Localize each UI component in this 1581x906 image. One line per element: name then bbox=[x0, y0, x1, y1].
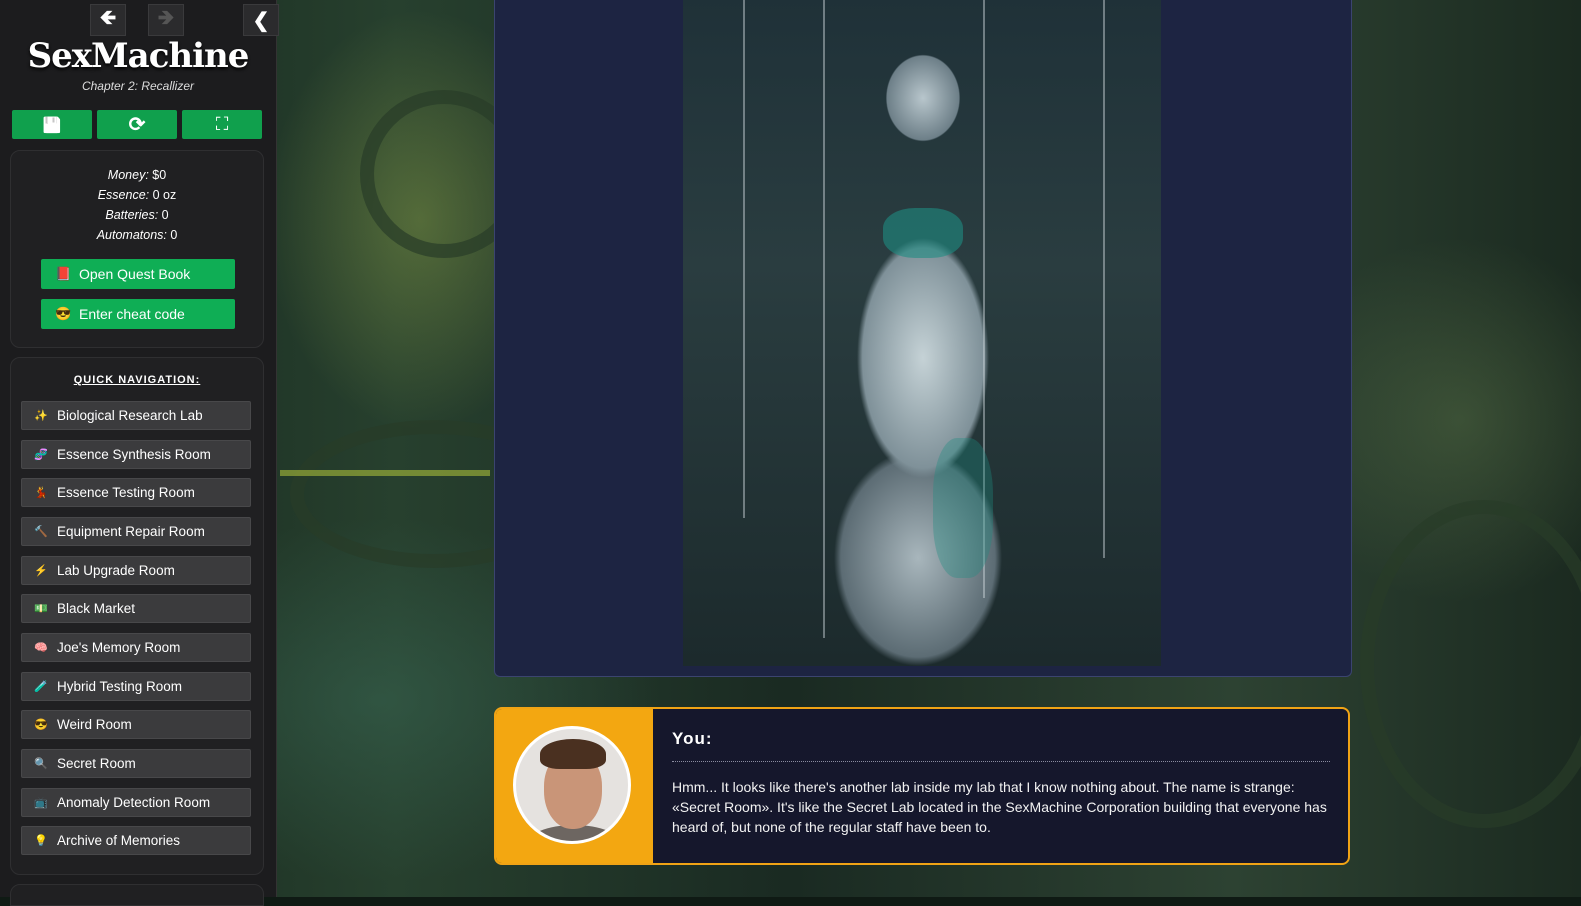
money-stat: Money: $0 bbox=[11, 168, 263, 182]
lightbulb-icon: 💡 bbox=[34, 835, 48, 847]
nav-item-black-market[interactable]: 💵 Black Market bbox=[21, 594, 251, 623]
nav-item-label: Archive of Memories bbox=[57, 833, 181, 848]
background-rail bbox=[280, 470, 490, 476]
hammer-icon: 🔨 bbox=[34, 526, 48, 538]
cable-line bbox=[743, 0, 745, 518]
essence-value: 0 oz bbox=[152, 188, 177, 202]
floppy-disk-icon: 💾 bbox=[42, 116, 62, 134]
nav-item-hybrid-testing-room[interactable]: 🧪 Hybrid Testing Room bbox=[21, 672, 251, 701]
dna-icon: 🧬 bbox=[34, 449, 48, 461]
nav-item-weird-room[interactable]: 😎 Weird Room bbox=[21, 710, 251, 739]
money-label: Money: bbox=[107, 168, 149, 182]
speaker-name: You: bbox=[672, 729, 713, 748]
automatons-stat: Automatons: 0 bbox=[11, 228, 263, 242]
portrait-hair bbox=[540, 739, 606, 769]
nav-item-label: Weird Room bbox=[57, 717, 132, 732]
nav-item-label: Biological Research Lab bbox=[57, 408, 203, 423]
portrait-frame bbox=[496, 709, 653, 863]
test-tube-icon: 🧪 bbox=[34, 681, 48, 693]
brain-icon: 🧠 bbox=[34, 642, 48, 654]
batteries-value: 0 bbox=[161, 208, 169, 222]
fullscreen-icon: ⛶ bbox=[215, 114, 229, 134]
nav-item-label: Anomaly Detection Room bbox=[57, 795, 211, 810]
money-value: $0 bbox=[152, 168, 167, 182]
nav-item-secret-room[interactable]: 🔍 Secret Room bbox=[21, 749, 251, 778]
cable-line bbox=[1103, 0, 1105, 558]
nav-item-label: Secret Room bbox=[57, 756, 136, 771]
open-quest-book-label: Open Quest Book bbox=[79, 266, 191, 282]
android-teal-accent bbox=[883, 208, 963, 258]
background-machine bbox=[1360, 500, 1581, 828]
nav-item-label: Black Market bbox=[57, 601, 136, 616]
nav-item-anomaly-detection-room[interactable]: 📺 Anomaly Detection Room bbox=[21, 788, 251, 817]
dialogue-text: Hmm... It looks like there's another lab… bbox=[672, 779, 1327, 835]
stats-panel: Money: $0 Essence: 0 oz Batteries: 0 Aut… bbox=[10, 150, 264, 348]
essence-label: Essence: bbox=[97, 188, 150, 202]
nav-item-label: Essence Synthesis Room bbox=[57, 447, 211, 462]
quick-navigation-title: QUICK NAVIGATION: bbox=[73, 374, 201, 386]
arrow-left-icon: 🡸 bbox=[99, 7, 117, 29]
collapse-sidebar-button[interactable]: ❮ bbox=[243, 4, 279, 36]
nav-item-label: Essence Testing Room bbox=[57, 485, 195, 500]
scene-image-panel bbox=[494, 0, 1352, 677]
enter-cheat-code-label: Enter cheat code bbox=[79, 306, 185, 322]
automatons-value: 0 bbox=[170, 228, 178, 242]
chevron-left-icon: ❮ bbox=[252, 9, 270, 32]
nav-item-label: Equipment Repair Room bbox=[57, 524, 205, 539]
dancer-icon: 💃 bbox=[34, 487, 48, 499]
nav-item-lab-upgrade-room[interactable]: ⚡ Lab Upgrade Room bbox=[21, 556, 251, 585]
arrow-right-icon: 🡺 bbox=[157, 7, 175, 29]
nav-item-essence-synthesis-room[interactable]: 🧬 Essence Synthesis Room bbox=[21, 440, 251, 469]
batteries-stat: Batteries: 0 bbox=[11, 208, 263, 222]
nav-item-archive-of-memories[interactable]: 💡 Archive of Memories bbox=[21, 826, 251, 855]
next-panel-edge bbox=[10, 884, 264, 906]
sunglasses-icon: 😎 bbox=[55, 306, 72, 321]
television-icon: 📺 bbox=[34, 797, 48, 809]
speaker-portrait bbox=[513, 726, 631, 844]
enter-cheat-code-button[interactable]: 😎 Enter cheat code bbox=[41, 299, 235, 329]
fullscreen-button[interactable]: ⛶ bbox=[182, 110, 262, 139]
nav-item-label: Hybrid Testing Room bbox=[57, 679, 183, 694]
nav-item-label: Joe's Memory Room bbox=[57, 640, 181, 655]
money-icon: 💵 bbox=[34, 603, 48, 615]
dialogue-divider bbox=[672, 761, 1330, 762]
open-quest-book-button[interactable]: 📕 Open Quest Book bbox=[41, 259, 235, 289]
android-teal-accent bbox=[933, 438, 993, 578]
automatons-label: Automatons: bbox=[96, 228, 167, 242]
quick-navigation-panel: QUICK NAVIGATION: ✨ Biological Research … bbox=[10, 357, 264, 875]
nav-item-equipment-repair-room[interactable]: 🔨 Equipment Repair Room bbox=[21, 517, 251, 546]
restart-button[interactable]: ⟳ bbox=[97, 110, 177, 139]
nav-item-label: Lab Upgrade Room bbox=[57, 563, 175, 578]
scene-image-android bbox=[683, 0, 1161, 666]
refresh-icon: ⟳ bbox=[128, 114, 146, 136]
sunglasses-icon: 😎 bbox=[34, 719, 48, 731]
game-title: SexMachine bbox=[27, 36, 250, 76]
nav-item-biological-research-lab[interactable]: ✨ Biological Research Lab bbox=[21, 401, 251, 430]
save-button[interactable]: 💾 bbox=[12, 110, 92, 139]
book-icon: 📕 bbox=[55, 266, 72, 281]
back-button[interactable]: 🡸 bbox=[90, 4, 126, 36]
game-subtitle: Chapter 2: Recallizer bbox=[81, 79, 195, 93]
nav-item-joes-memory-room[interactable]: 🧠 Joe's Memory Room bbox=[21, 633, 251, 662]
cable-line bbox=[823, 0, 825, 638]
lightning-icon: ⚡ bbox=[34, 565, 48, 577]
forward-button[interactable]: 🡺 bbox=[148, 4, 184, 36]
dialogue-box[interactable]: You: Hmm... It looks like there's anothe… bbox=[494, 707, 1350, 865]
essence-stat: Essence: 0 oz bbox=[11, 188, 263, 202]
batteries-label: Batteries: bbox=[105, 208, 159, 222]
sidebar: 🡸 🡺 ❮ SexMachine Chapter 2: Recallizer 💾… bbox=[0, 0, 279, 906]
nav-item-essence-testing-room[interactable]: 💃 Essence Testing Room bbox=[21, 478, 251, 507]
magnifier-icon: 🔍 bbox=[34, 758, 48, 770]
sparkles-icon: ✨ bbox=[34, 410, 48, 422]
